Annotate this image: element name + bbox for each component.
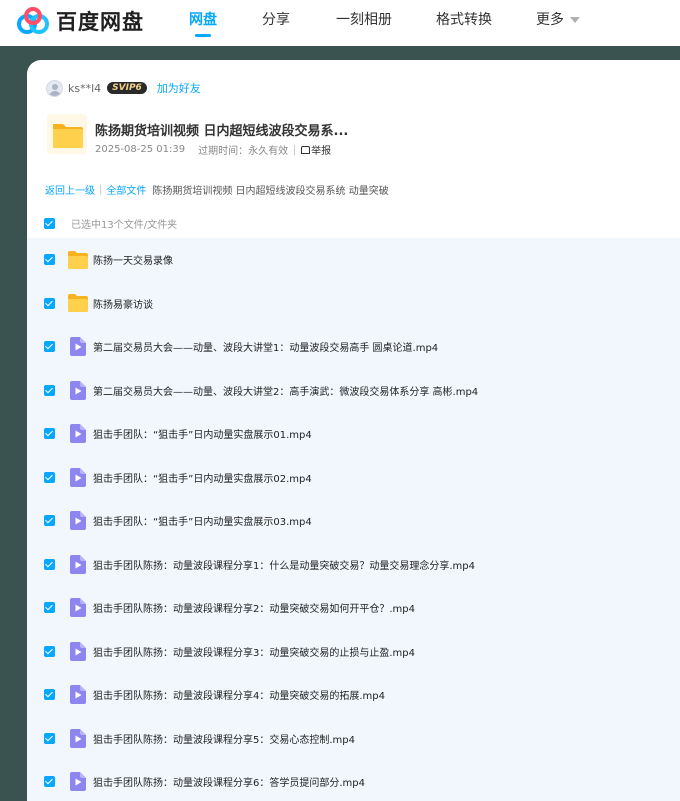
folder-icon <box>68 293 88 313</box>
nav-tab-format-convert[interactable]: 格式转换 <box>436 9 492 29</box>
file-name[interactable]: 第二届交易员大会——动量、波段大讲堂1：动量波段交易高手 圆桌论道.mp4 <box>93 339 438 354</box>
file-name[interactable]: 第二届交易员大会——动量、波段大讲堂2：高手演武：微波段交易体系分享 高彬.mp… <box>93 383 478 398</box>
sharer-username[interactable]: ks**l4 <box>68 82 101 95</box>
select-all-checkbox[interactable] <box>44 218 55 229</box>
file-name[interactable]: 狙击手团队陈扬：动量波段课程分享4：动量突破交易的拓展.mp4 <box>93 687 385 702</box>
share-folder-icon <box>47 114 87 154</box>
video-file-icon <box>68 772 88 792</box>
file-checkbox[interactable] <box>44 297 55 309</box>
file-checkbox[interactable] <box>44 776 55 788</box>
meta-divider <box>294 144 296 155</box>
file-row[interactable]: 第二届交易员大会——动量、波段大讲堂2：高手演武：微波段交易体系分享 高彬.mp… <box>27 369 680 413</box>
breadcrumb-separator: | <box>99 184 103 195</box>
nav-tab-more[interactable]: 更多 <box>536 9 580 29</box>
share-expire: 过期时间：永久有效 <box>198 146 289 157</box>
nav-more-label: 更多 <box>536 12 564 28</box>
share-panel: ks**l4 SVIP6 加为好友 陈扬期货培训视频 日内超短线波段交易系...… <box>27 60 680 801</box>
file-name[interactable]: 狙击手团队陈扬：动量波段课程分享5：交易心态控制.mp4 <box>93 731 355 746</box>
file-row[interactable]: 狙击手团队：“狙击手”日内动量实盘展示01.mp4 <box>27 412 680 456</box>
file-row[interactable]: 第二届交易员大会——动量、波段大讲堂1：动量波段交易高手 圆桌论道.mp4 <box>27 325 680 369</box>
file-name[interactable]: 狙击手团队：“狙击手”日内动量实盘展示02.mp4 <box>93 470 312 485</box>
report-label: 举报 <box>311 146 332 157</box>
file-checkbox[interactable] <box>44 341 55 353</box>
file-row[interactable]: 陈扬易豪访谈 <box>27 282 680 326</box>
file-checkbox[interactable] <box>44 558 55 570</box>
video-file-icon <box>68 337 88 357</box>
share-date: 2025-08-25 01:39 <box>95 144 186 155</box>
file-checkbox[interactable] <box>44 428 55 440</box>
file-row[interactable]: 狙击手团队陈扬：动量波段课程分享2：动量突破交易如何开平仓？.mp4 <box>27 586 680 630</box>
file-row[interactable]: 狙击手团队陈扬：动量波段课程分享3：动量突破交易的止损与止盈.mp4 <box>27 630 680 674</box>
file-name[interactable]: 陈扬一天交易录像 <box>93 252 173 267</box>
share-meta: 2025-08-25 01:39 过期时间：永久有效 举报 <box>95 142 331 157</box>
file-row[interactable]: 狙击手团队：“狙击手”日内动量实盘展示03.mp4 <box>27 499 680 543</box>
video-file-icon <box>68 728 88 748</box>
file-name[interactable]: 狙击手团队陈扬：动量波段课程分享2：动量突破交易如何开平仓？.mp4 <box>93 600 415 615</box>
file-row[interactable]: 狙击手团队：“狙击手”日内动量实盘展示02.mp4 <box>27 456 680 500</box>
file-name[interactable]: 狙击手团队陈扬：动量波段课程分享1：什么是动量突破交易？动量交易理念分享.mp4 <box>93 557 475 572</box>
report-button[interactable]: 举报 <box>301 142 331 157</box>
top-nav-bar: 百度网盘 网盘 分享 一刻相册 格式转换 更多 <box>0 0 680 46</box>
file-name[interactable]: 狙击手团队陈扬：动量波段课程分享3：动量突破交易的止损与止盈.mp4 <box>93 644 415 659</box>
file-checkbox[interactable] <box>44 732 55 744</box>
share-title: 陈扬期货培训视频 日内超短线波段交易系... <box>95 124 349 139</box>
file-checkbox[interactable] <box>44 384 55 396</box>
logo-text: 百度网盘 <box>56 10 144 34</box>
nav-tab-share[interactable]: 分享 <box>262 9 290 29</box>
file-checkbox[interactable] <box>44 471 55 483</box>
video-file-icon <box>68 424 88 444</box>
file-row[interactable]: 狙击手团队陈扬：动量波段课程分享1：什么是动量突破交易？动量交易理念分享.mp4 <box>27 543 680 587</box>
video-file-icon <box>68 511 88 531</box>
selection-count: 已选中13个文件/文件夹 <box>71 220 178 231</box>
logo-icon <box>17 7 49 34</box>
add-friend-link[interactable]: 加为好友 <box>157 80 201 96</box>
breadcrumb-all-files[interactable]: 全部文件 <box>106 182 146 197</box>
file-checkbox[interactable] <box>44 254 55 266</box>
video-file-icon <box>68 554 88 574</box>
breadcrumb-current: 陈扬期货培训视频 日内超短线波段交易系统 动量突破 <box>152 186 389 197</box>
nav-tab-album[interactable]: 一刻相册 <box>336 9 392 29</box>
file-list: 陈扬一天交易录像 陈扬易豪访谈第二届交易员大会——动量、波段大讲堂1：动量波段交易… <box>27 238 680 801</box>
file-checkbox[interactable] <box>44 689 55 701</box>
file-name[interactable]: 陈扬易豪访谈 <box>93 296 153 311</box>
file-name[interactable]: 狙击手团队陈扬：动量波段课程分享6：答学员提问部分.mp4 <box>93 774 365 789</box>
alarm-icon <box>301 145 311 154</box>
baidu-netdisk-logo[interactable]: 百度网盘 <box>16 6 144 36</box>
file-checkbox[interactable] <box>44 645 55 657</box>
file-row[interactable]: 狙击手团队陈扬：动量波段课程分享5：交易心态控制.mp4 <box>27 717 680 761</box>
video-file-icon <box>68 467 88 487</box>
select-all-row: 已选中13个文件/文件夹 <box>44 216 177 231</box>
folder-icon <box>68 250 88 270</box>
nav-tab-netdisk[interactable]: 网盘 <box>189 9 217 29</box>
file-checkbox[interactable] <box>44 602 55 614</box>
avatar[interactable] <box>46 79 63 97</box>
video-file-icon <box>68 380 88 400</box>
video-file-icon <box>68 685 88 705</box>
active-tab-indicator <box>195 34 211 37</box>
sharer-info: ks**l4 SVIP6 加为好友 <box>46 79 201 97</box>
svip-badge: SVIP6 <box>107 82 147 94</box>
file-row[interactable]: 陈扬一天交易录像 <box>27 238 680 282</box>
file-name[interactable]: 狙击手团队：“狙击手”日内动量实盘展示03.mp4 <box>93 513 312 528</box>
file-row[interactable]: 狙击手团队陈扬：动量波段课程分享4：动量突破交易的拓展.mp4 <box>27 673 680 717</box>
breadcrumb-back[interactable]: 返回上一级 <box>45 182 95 197</box>
video-file-icon <box>68 598 88 618</box>
video-file-icon <box>68 641 88 661</box>
breadcrumb: 返回上一级 | 全部文件 陈扬期货培训视频 日内超短线波段交易系统 动量突破 <box>45 182 389 197</box>
chevron-down-icon <box>570 17 580 23</box>
file-row[interactable]: 狙击手团队陈扬：动量波段课程分享6：答学员提问部分.mp4 <box>27 760 680 801</box>
file-name[interactable]: 狙击手团队：“狙击手”日内动量实盘展示01.mp4 <box>93 426 312 441</box>
file-checkbox[interactable] <box>44 515 55 527</box>
